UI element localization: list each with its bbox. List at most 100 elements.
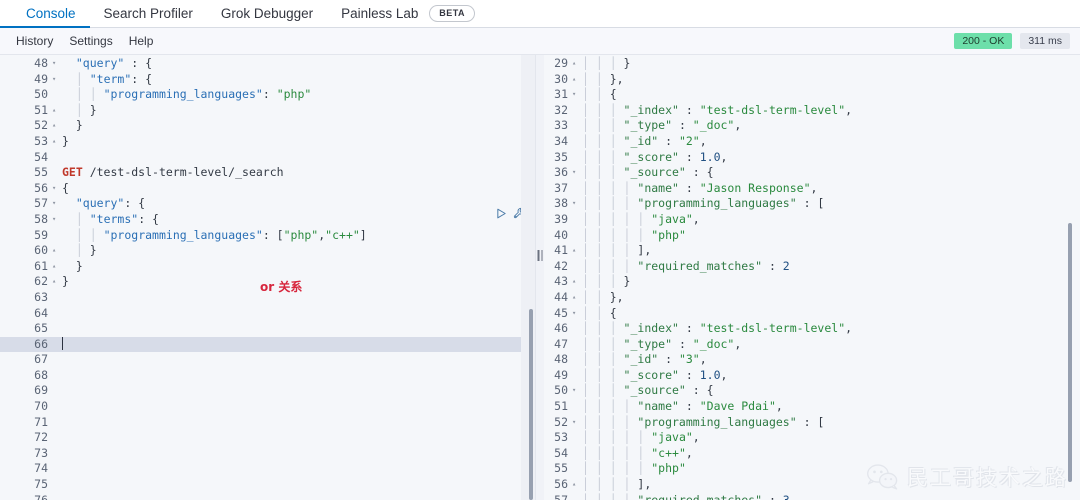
- tab-search-profiler-label: Search Profiler: [104, 6, 193, 21]
- fold-toggle-icon[interactable]: ▾: [572, 383, 582, 399]
- beta-badge: BETA: [429, 5, 475, 22]
- code-line: 33│ │ │ "_type" : "_doc",: [536, 118, 1080, 134]
- line-number: 69: [0, 383, 52, 399]
- line-number: 73: [0, 446, 52, 462]
- pane-splitter[interactable]: [536, 55, 544, 500]
- fold-toggle-icon[interactable]: ▴: [52, 134, 62, 150]
- code-line-text: │ │ │ │ "name" : "Dave Pdai",: [582, 399, 1080, 415]
- toolbar-item-help[interactable]: Help: [121, 34, 162, 48]
- status-badge: 200 - OK: [954, 33, 1012, 49]
- line-number: 67: [0, 352, 52, 368]
- fold-toggle-icon[interactable]: ▴: [572, 290, 582, 306]
- code-line: 57│ │ │ │ "required_matches" : 3,: [536, 493, 1080, 500]
- fold-toggle-icon[interactable]: ▴: [572, 56, 582, 72]
- code-line-text: │ │ │ │ ],: [582, 243, 1080, 259]
- code-line-text: │ │ │ │ │ "php": [582, 461, 1080, 477]
- code-line: 44▴│ │ },: [536, 290, 1080, 306]
- code-line-text: │ │ │ "_index" : "test-dsl-term-level",: [582, 321, 1080, 337]
- response-viewer-pane[interactable]: 29▴│ │ │ }30▴│ │ },31▾│ │ {32│ │ │ "_ind…: [536, 55, 1080, 500]
- code-line-text: [62, 337, 535, 353]
- code-line-text: "query" : {: [62, 56, 535, 72]
- fold-toggle-icon[interactable]: ▾: [572, 196, 582, 212]
- code-line: 29▴│ │ │ }: [536, 56, 1080, 72]
- line-number: 53: [0, 134, 52, 150]
- code-line-text: │ │ │ │ │ "java",: [582, 430, 1080, 446]
- tab-search-profiler[interactable]: Search Profiler: [90, 0, 207, 28]
- code-line: 36▾│ │ │ "_source" : {: [536, 165, 1080, 181]
- code-line-text: │ }: [62, 103, 535, 119]
- fold-toggle-icon[interactable]: ▴: [572, 477, 582, 493]
- fold-toggle-icon[interactable]: ▾: [52, 72, 62, 88]
- fold-toggle-icon[interactable]: ▴: [52, 118, 62, 134]
- toolbar-item-settings[interactable]: Settings: [61, 34, 120, 48]
- request-editor-pane[interactable]: 48▾ "query" : {49▾ │ "term": {50 │ │ "pr…: [0, 55, 536, 500]
- code-line: 58▾ │ "terms": {: [0, 212, 535, 228]
- line-number: 70: [0, 399, 52, 415]
- code-line: 48▾ "query" : {: [0, 56, 535, 72]
- code-line-text: │ │ │ "_score" : 1.0,: [582, 150, 1080, 166]
- fold-toggle-icon[interactable]: ▾: [52, 212, 62, 228]
- fold-toggle-icon[interactable]: ▾: [572, 87, 582, 103]
- code-line-text: │ │ │ }: [582, 274, 1080, 290]
- line-number: 66: [0, 337, 52, 353]
- fold-toggle-icon[interactable]: ▾: [572, 415, 582, 431]
- code-line: 67: [0, 352, 535, 368]
- fold-toggle-icon[interactable]: ▴: [52, 243, 62, 259]
- line-number: 52: [0, 118, 52, 134]
- request-vertical-scrollbar[interactable]: [529, 309, 533, 500]
- code-line: 30▴│ │ },: [536, 72, 1080, 88]
- fold-toggle-icon[interactable]: ▴: [572, 72, 582, 88]
- line-number: 59: [0, 228, 52, 244]
- code-line-text: {: [62, 181, 535, 197]
- response-vertical-scrollbar[interactable]: [1068, 223, 1072, 482]
- toolbar-item-history[interactable]: History: [8, 34, 61, 48]
- code-line: 38▾│ │ │ │ "programming_languages" : [: [536, 196, 1080, 212]
- code-line: 45▾│ │ {: [536, 306, 1080, 322]
- tab-grok-debugger[interactable]: Grok Debugger: [207, 0, 327, 28]
- fold-toggle-icon[interactable]: ▾: [52, 196, 62, 212]
- line-number: 75: [0, 477, 52, 493]
- line-number: 62: [0, 274, 52, 290]
- code-line: 31▾│ │ {: [536, 87, 1080, 103]
- code-line-text: │ │ │ "_index" : "test-dsl-term-level",: [582, 103, 1080, 119]
- code-line: 56▴│ │ │ │ ],: [536, 477, 1080, 493]
- code-line: 49│ │ │ "_score" : 1.0,: [536, 368, 1080, 384]
- code-line-text: │ │ │ │ "programming_languages" : [: [582, 415, 1080, 431]
- code-line: 50 │ │ "programming_languages": "php": [0, 87, 535, 103]
- line-number: 65: [0, 321, 52, 337]
- code-line-text: │ │ │ │ "required_matches" : 3,: [582, 493, 1080, 500]
- code-line: 53▴}: [0, 134, 535, 150]
- tab-console[interactable]: Console: [12, 0, 90, 28]
- line-number: 56: [0, 181, 52, 197]
- fold-toggle-icon[interactable]: ▴: [52, 274, 62, 290]
- code-line: 59 │ │ "programming_languages": ["php","…: [0, 228, 535, 244]
- code-line: 52▾│ │ │ │ "programming_languages" : [: [536, 415, 1080, 431]
- status-duration: 311 ms: [1020, 33, 1070, 49]
- code-line-text: │ │ │ │ │ "c++",: [582, 446, 1080, 462]
- code-line: 34│ │ │ "_id" : "2",: [536, 134, 1080, 150]
- code-line: 43▴│ │ │ }: [536, 274, 1080, 290]
- tab-painless-lab[interactable]: Painless Lab BETA: [327, 0, 489, 28]
- fold-toggle-icon[interactable]: ▴: [572, 274, 582, 290]
- fold-toggle-icon[interactable]: ▴: [52, 259, 62, 275]
- code-line-text: }: [62, 118, 535, 134]
- fold-toggle-icon[interactable]: ▴: [572, 243, 582, 259]
- line-number: 55: [0, 165, 52, 181]
- fold-toggle-icon[interactable]: ▾: [52, 56, 62, 72]
- code-line-text: │ │ │ "_source" : {: [582, 165, 1080, 181]
- fold-toggle-icon[interactable]: ▾: [52, 181, 62, 197]
- code-line-text: }: [62, 134, 535, 150]
- code-line-text: │ │ },: [582, 72, 1080, 88]
- code-line: 32│ │ │ "_index" : "test-dsl-term-level"…: [536, 103, 1080, 119]
- code-line: 37│ │ │ │ "name" : "Jason Response",: [536, 181, 1080, 197]
- fold-toggle-icon[interactable]: ▴: [52, 103, 62, 119]
- code-line-text: │ │ │ "_source" : {: [582, 383, 1080, 399]
- code-line-text: GET /test-dsl-term-level/_search: [62, 165, 535, 181]
- code-line-text: }: [62, 259, 535, 275]
- code-line-text: │ │ │ }: [582, 56, 1080, 72]
- code-line: 65: [0, 321, 535, 337]
- fold-toggle-icon[interactable]: ▾: [572, 306, 582, 322]
- play-icon[interactable]: [496, 208, 507, 219]
- fold-toggle-icon[interactable]: ▾: [572, 165, 582, 181]
- code-line: 73: [0, 446, 535, 462]
